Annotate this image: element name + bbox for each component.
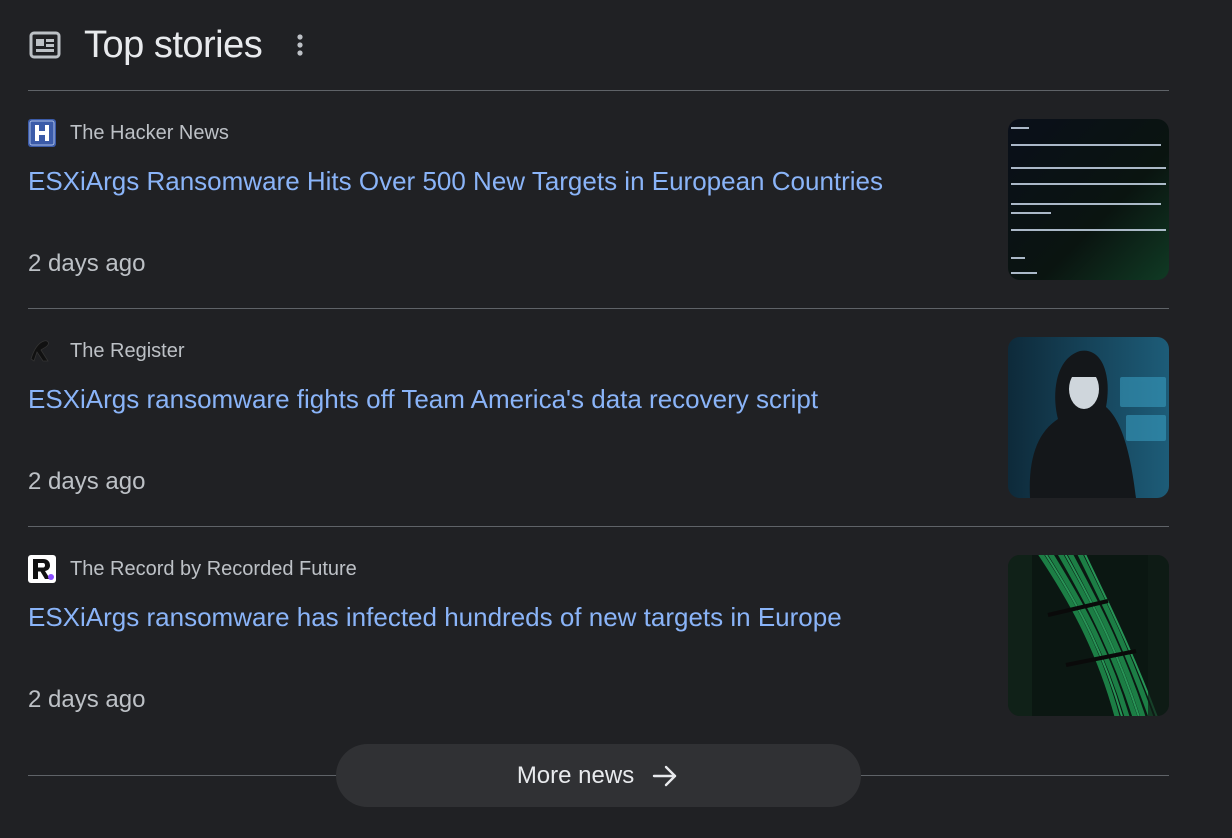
story-source: The Register [70, 339, 185, 362]
divider [28, 526, 1169, 527]
more-news-label: More news [516, 761, 635, 789]
story-source: The Hacker News [70, 121, 229, 144]
story-source: The Record by Recorded Future [70, 557, 357, 580]
page-title: Top stories [84, 23, 263, 66]
source-row: The Register [28, 337, 185, 365]
source-row: The Record by Recorded Future [28, 555, 357, 583]
story-card[interactable]: The Record by Recorded Future ESXiArgs r… [28, 555, 1169, 717]
more-vert-icon[interactable] [288, 28, 312, 62]
divider [28, 90, 1169, 91]
top-stories-header: Top stories [28, 20, 312, 70]
newspaper-icon [28, 28, 62, 62]
story-time: 2 days ago [28, 686, 146, 713]
terminal-ransom-note-image[interactable] [1008, 119, 1169, 280]
green-cables-image[interactable] [1008, 555, 1169, 716]
story-headline-link[interactable]: ESXiArgs Ransomware Hits Over 500 New Ta… [28, 164, 883, 198]
story-card[interactable]: The Hacker News ESXiArgs Ransomware Hits… [28, 119, 1169, 281]
story-time: 2 days ago [28, 250, 146, 277]
divider [28, 308, 1169, 309]
hacker-news-logo-icon [28, 119, 56, 147]
arrow-right-icon [652, 762, 680, 790]
more-news-button[interactable]: More news [336, 744, 861, 807]
record-logo-icon [28, 555, 56, 583]
story-headline-link[interactable]: ESXiArgs ransomware fights off Team Amer… [28, 382, 818, 416]
story-headline-link[interactable]: ESXiArgs ransomware has infected hundred… [28, 600, 842, 634]
story-time: 2 days ago [28, 468, 146, 495]
source-row: The Hacker News [28, 119, 229, 147]
top-stories-panel: Top stories The Hacker News ESXiArgs Ran… [0, 0, 1232, 838]
hooded-hacker-image[interactable] [1008, 337, 1169, 498]
register-logo-icon [28, 337, 56, 365]
story-card[interactable]: The Register ESXiArgs ransomware fights … [28, 337, 1169, 499]
